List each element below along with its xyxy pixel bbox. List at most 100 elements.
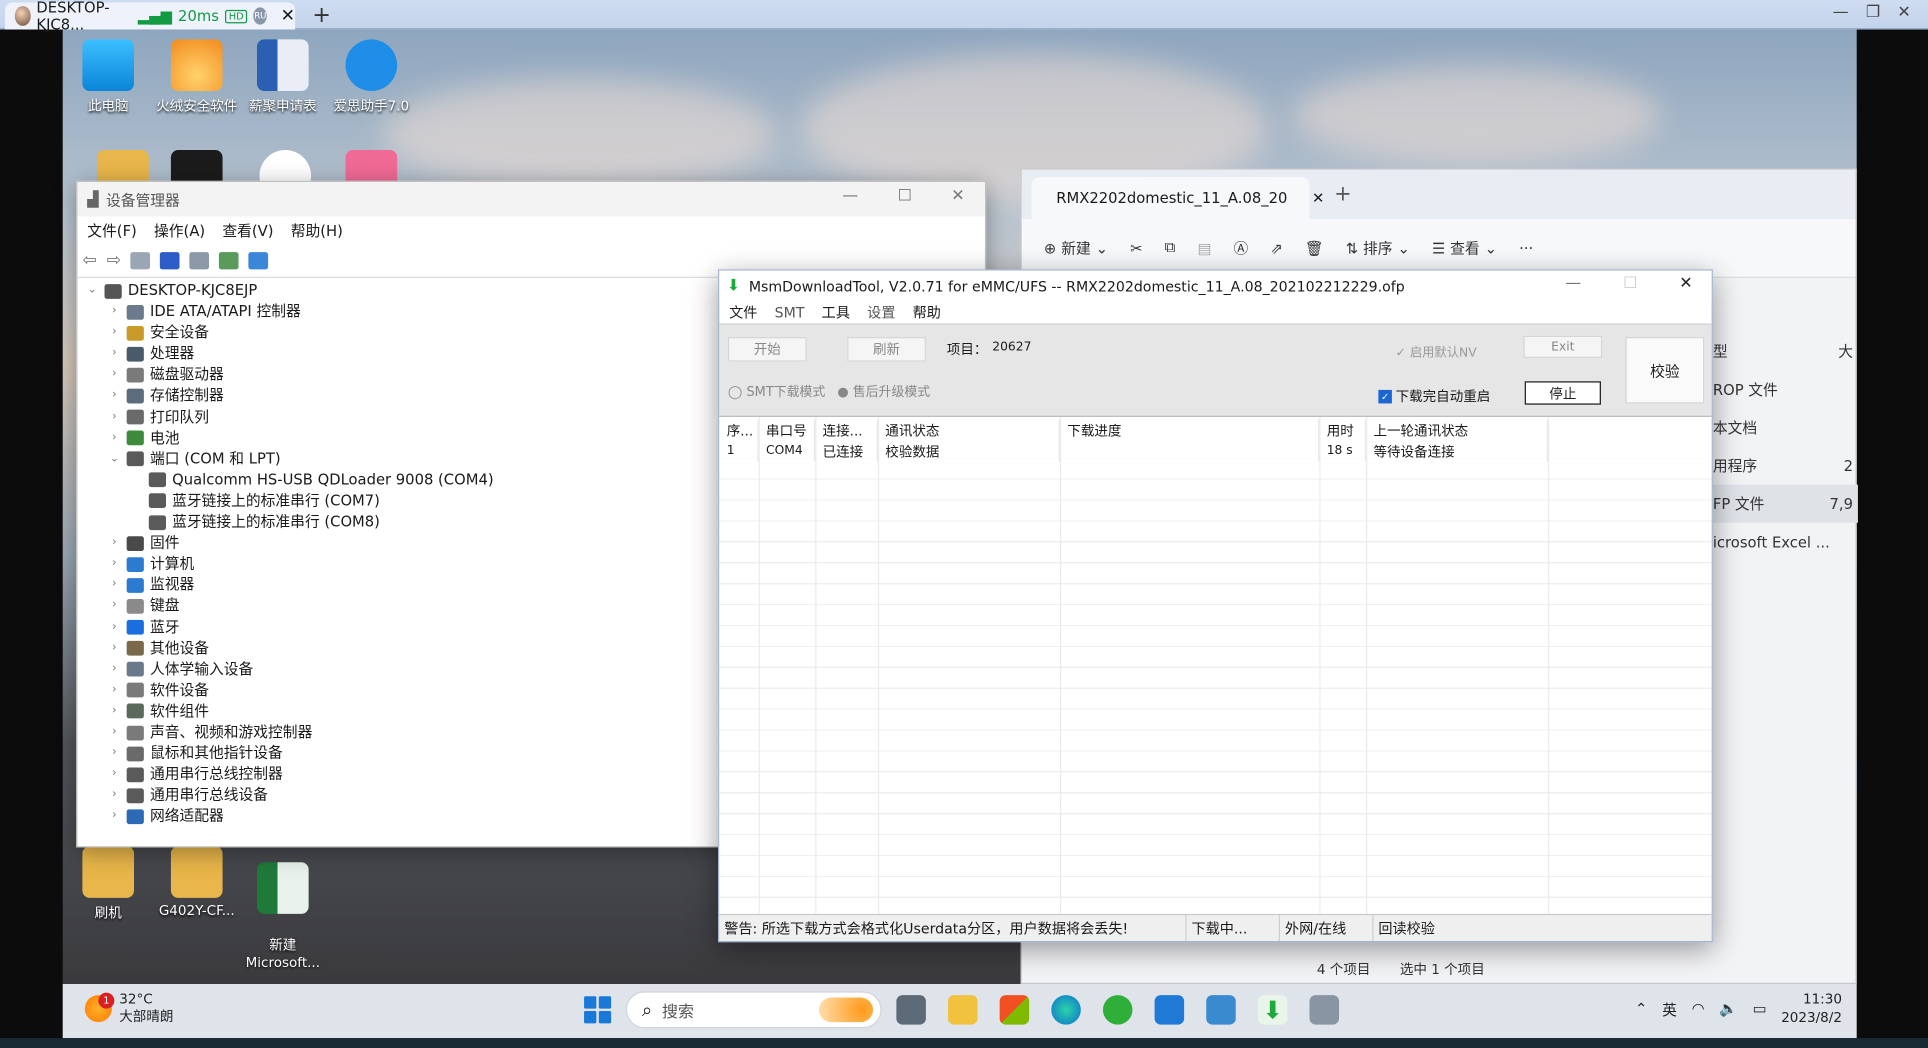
column-header[interactable]: 串口号 — [759, 419, 816, 441]
column-header[interactable]: 通讯状态 — [878, 419, 1060, 441]
back-arrow-icon[interactable]: ⇦ — [82, 250, 96, 270]
minimize-icon[interactable]: — — [1565, 274, 1581, 292]
chevron-right-icon[interactable]: › — [107, 575, 122, 596]
chevron-down-icon[interactable]: ⌄ — [85, 280, 100, 301]
chevron-right-icon[interactable]: › — [107, 659, 122, 680]
desktop-icon-huorong[interactable]: 火绒安全软件 — [151, 39, 242, 115]
delete-button[interactable]: 🗑 — [1305, 239, 1324, 256]
clock[interactable]: 11:30 2023/8/2 — [1781, 990, 1842, 1027]
chevron-right-icon[interactable]: › — [107, 743, 122, 764]
menu-help[interactable]: 帮助 — [913, 302, 941, 322]
host-tab-close-icon[interactable]: ✕ — [281, 6, 295, 26]
battery-icon[interactable]: ▭ — [1752, 1000, 1766, 1017]
edge-icon[interactable] — [1051, 995, 1081, 1025]
browser-icon[interactable] — [1102, 995, 1133, 1025]
share-button[interactable]: ⇗ — [1270, 239, 1282, 256]
app-icon[interactable] — [1154, 995, 1185, 1025]
chevron-right-icon[interactable]: › — [107, 722, 122, 743]
properties-icon[interactable] — [130, 251, 151, 269]
refresh-button[interactable]: 刷新 — [847, 337, 926, 362]
help-icon[interactable] — [160, 251, 181, 269]
chevron-right-icon[interactable]: › — [107, 617, 122, 638]
desktop-icon-flash[interactable]: 刷机 — [63, 846, 154, 922]
close-icon[interactable]: ✕ — [1897, 4, 1910, 22]
menu-help[interactable]: 帮助(H) — [291, 220, 343, 241]
exit-button[interactable]: Exit — [1523, 335, 1603, 358]
menu-smt[interactable]: SMT — [775, 303, 805, 320]
menu-action[interactable]: 操作(A) — [154, 220, 205, 241]
chevron-right-icon[interactable]: › — [107, 301, 122, 322]
volume-icon[interactable]: 🔈 — [1719, 1000, 1737, 1017]
chevron-right-icon[interactable]: › — [107, 533, 122, 554]
more-button[interactable]: ··· — [1519, 239, 1533, 256]
scan-hardware-icon[interactable] — [219, 251, 240, 269]
monitor-icon[interactable] — [248, 251, 269, 269]
desktop-icon-this-pc[interactable]: 此电脑 — [63, 39, 154, 115]
weather-widget[interactable]: 1 32°C 大部晴朗 — [84, 991, 173, 1025]
start-button[interactable] — [584, 996, 612, 1024]
chevron-right-icon[interactable]: › — [107, 764, 122, 785]
desktop-icon-i4[interactable]: 爱思助手7.0 — [326, 39, 417, 115]
menu-tools[interactable]: 工具 — [822, 302, 850, 322]
start-button[interactable]: 开始 — [727, 337, 807, 362]
wifi-icon[interactable]: ◠ — [1692, 1000, 1705, 1017]
enable-default-nv-checkbox[interactable]: ✓ 启用默认NV — [1396, 342, 1477, 361]
column-header[interactable]: 用时 — [1319, 419, 1367, 441]
chevron-right-icon[interactable]: › — [107, 785, 122, 806]
menu-file[interactable]: 文件 — [729, 302, 757, 322]
copy-button[interactable]: ⧉ — [1165, 239, 1176, 257]
cut-button[interactable]: ✂ — [1130, 239, 1142, 256]
chevron-right-icon[interactable]: › — [107, 365, 122, 386]
explorer-tab-close-icon[interactable]: ✕ — [1312, 189, 1324, 206]
restore-icon[interactable]: ❐ — [1866, 4, 1880, 22]
column-header[interactable]: 连接... — [815, 419, 878, 441]
menu-file[interactable]: 文件(F) — [87, 220, 137, 241]
close-icon[interactable]: ✕ — [1679, 274, 1692, 292]
host-new-tab-button[interactable]: + — [312, 2, 331, 28]
host-tab[interactable]: DESKTOP-KJC8... ▂▄▆ 20ms HD RU ✕ — [4, 0, 296, 33]
file-explorer-icon[interactable] — [948, 995, 978, 1025]
rename-button[interactable]: Ⓐ — [1233, 237, 1248, 258]
menu-view[interactable]: 查看(V) — [222, 220, 273, 241]
remote-app-icon[interactable] — [1309, 995, 1340, 1025]
tray-expand-icon[interactable]: ⌃ — [1635, 1000, 1647, 1017]
minimize-icon[interactable]: — — [842, 187, 858, 205]
column-header-type[interactable]: 型 — [1713, 341, 1728, 362]
list-item[interactable]: 本文档 — [1710, 408, 1858, 446]
chevron-right-icon[interactable]: › — [107, 428, 122, 449]
new-button[interactable]: ⊕ 新建 ⌄ — [1044, 237, 1108, 258]
desktop-icon-word-doc[interactable]: 薪聚申请表 — [237, 39, 328, 115]
desktop-icon-excel[interactable]: 新建 Microsoft... — [237, 846, 328, 986]
store-icon[interactable] — [999, 995, 1030, 1025]
chevron-right-icon[interactable]: › — [107, 701, 122, 722]
chevron-right-icon[interactable]: › — [107, 638, 122, 659]
chevron-right-icon[interactable]: › — [107, 680, 122, 701]
chevron-down-icon[interactable]: ⌄ — [107, 449, 122, 470]
after-sale-mode-radio[interactable]: ● 售后升级模式 — [837, 383, 930, 401]
forward-arrow-icon[interactable]: ⇨ — [107, 250, 121, 270]
sort-button[interactable]: ⇅ 排序 ⌄ — [1346, 237, 1410, 258]
close-icon[interactable]: ✕ — [951, 187, 964, 205]
column-header[interactable]: 上一轮通讯状态 — [1366, 419, 1549, 441]
device-manager-taskbar-icon[interactable] — [1206, 995, 1236, 1025]
chevron-right-icon[interactable]: › — [107, 344, 122, 365]
maximize-icon[interactable]: ☐ — [1623, 274, 1637, 292]
stop-button[interactable]: 停止 — [1524, 381, 1601, 405]
chevron-right-icon[interactable]: › — [107, 386, 122, 407]
explorer-tab[interactable]: RMX2202domestic_11_A.08_20 ✕ — [1031, 177, 1324, 219]
list-item[interactable]: 用程序 2 — [1710, 446, 1858, 484]
list-item-selected[interactable]: FP 文件 7,9 — [1710, 484, 1858, 523]
chevron-right-icon[interactable]: › — [107, 806, 122, 827]
chevron-right-icon[interactable]: › — [107, 322, 122, 343]
column-header[interactable]: 序... — [719, 419, 759, 441]
search-box[interactable]: ⌕ 搜索 — [625, 991, 882, 1029]
paste-button[interactable]: ▤ — [1197, 239, 1211, 256]
list-item[interactable]: ROP 文件 — [1710, 370, 1858, 408]
view-button[interactable]: ☰ 查看 ⌄ — [1432, 237, 1497, 258]
column-header-size[interactable]: 大 — [1838, 341, 1853, 362]
minimize-icon[interactable]: — — [1833, 4, 1849, 22]
smt-mode-radio[interactable]: ◯ SMT下载模式 — [728, 383, 825, 401]
auto-reboot-checkbox[interactable]: ✓ 下载完自动重启 — [1378, 386, 1490, 406]
ime-indicator[interactable]: 英 — [1662, 998, 1677, 1019]
list-item[interactable]: icrosoft Excel ... — [1710, 523, 1858, 561]
